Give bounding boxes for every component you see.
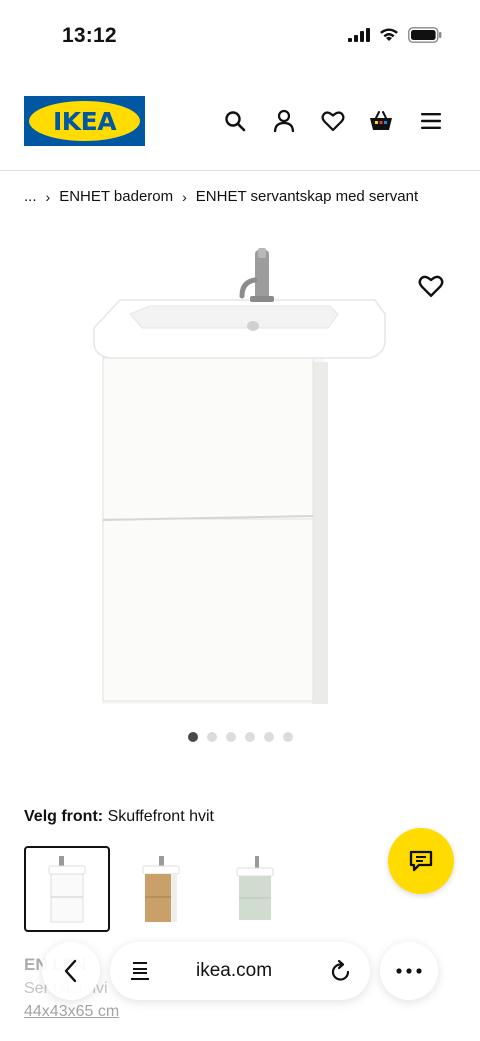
back-button[interactable] <box>42 942 100 1000</box>
logo-text: IKEA <box>52 106 117 136</box>
carousel-dot[interactable] <box>263 732 274 742</box>
breadcrumb-item-enhet-baderom[interactable]: ENHET baderom <box>59 188 173 205</box>
search-icon[interactable] <box>222 108 248 134</box>
breadcrumb: ... › ENHET baderom › ENHET servantskap … <box>24 188 418 205</box>
account-icon[interactable] <box>271 108 297 134</box>
carousel-dots <box>0 732 480 742</box>
breadcrumb-item-enhet-servantskap[interactable]: ENHET servantskap med servant <box>196 188 418 205</box>
reader-mode-icon[interactable] <box>130 960 150 982</box>
green-cabinet-thumbnail <box>236 856 274 920</box>
shopping-basket-icon[interactable] <box>368 108 394 134</box>
product-size-link[interactable]: 44x43x65 cm <box>24 1003 119 1021</box>
chevron-right-icon: › <box>182 188 187 205</box>
status-bar: 13:12 <box>0 0 480 70</box>
reload-icon[interactable] <box>330 959 352 983</box>
white-cabinet-thumbnail <box>48 856 86 923</box>
carousel-dot[interactable] <box>282 732 293 742</box>
front-selection-label: Velg front: Skuffefront hvit <box>24 808 214 826</box>
front-label-value: Skuffefront hvit <box>107 808 214 825</box>
ellipsis-icon <box>396 968 422 974</box>
wishlist-icon[interactable] <box>320 108 346 134</box>
front-option-green[interactable] <box>212 846 298 932</box>
header-divider <box>0 170 480 171</box>
battery-icon <box>408 27 442 43</box>
address-bar[interactable]: ikea.com <box>110 942 370 1000</box>
breadcrumb-ellipsis[interactable]: ... <box>24 188 37 205</box>
front-option-oak[interactable] <box>118 846 204 932</box>
oak-cabinet-thumbnail <box>142 856 180 922</box>
menu-icon[interactable] <box>418 108 444 134</box>
carousel-dot[interactable] <box>187 732 198 742</box>
favorite-heart-icon[interactable] <box>418 274 444 300</box>
carousel-dot[interactable] <box>244 732 255 742</box>
front-option-white[interactable] <box>24 846 110 932</box>
carousel-dot[interactable] <box>206 732 217 742</box>
carousel-dot[interactable] <box>225 732 236 742</box>
chevron-left-icon <box>64 959 77 983</box>
front-label-title: Velg front: <box>24 808 104 825</box>
signal-icon <box>348 28 370 42</box>
front-swatches <box>24 846 298 932</box>
status-time: 13:12 <box>62 24 117 47</box>
browser-toolbar: ikea.com <box>0 940 480 1002</box>
product-image[interactable] <box>90 244 390 714</box>
more-options-button[interactable] <box>380 942 438 1000</box>
site-header: IKEA <box>0 96 480 148</box>
url-text: ikea.com <box>196 960 273 981</box>
chat-button[interactable] <box>388 828 454 894</box>
wifi-icon <box>380 28 398 41</box>
ikea-logo[interactable]: IKEA <box>24 96 145 146</box>
logo-oval: IKEA <box>29 101 140 141</box>
chevron-right-icon: › <box>45 188 51 205</box>
vanity-cabinet-illustration <box>93 248 386 704</box>
status-icons <box>348 27 442 43</box>
chat-bubble-icon <box>409 850 433 872</box>
